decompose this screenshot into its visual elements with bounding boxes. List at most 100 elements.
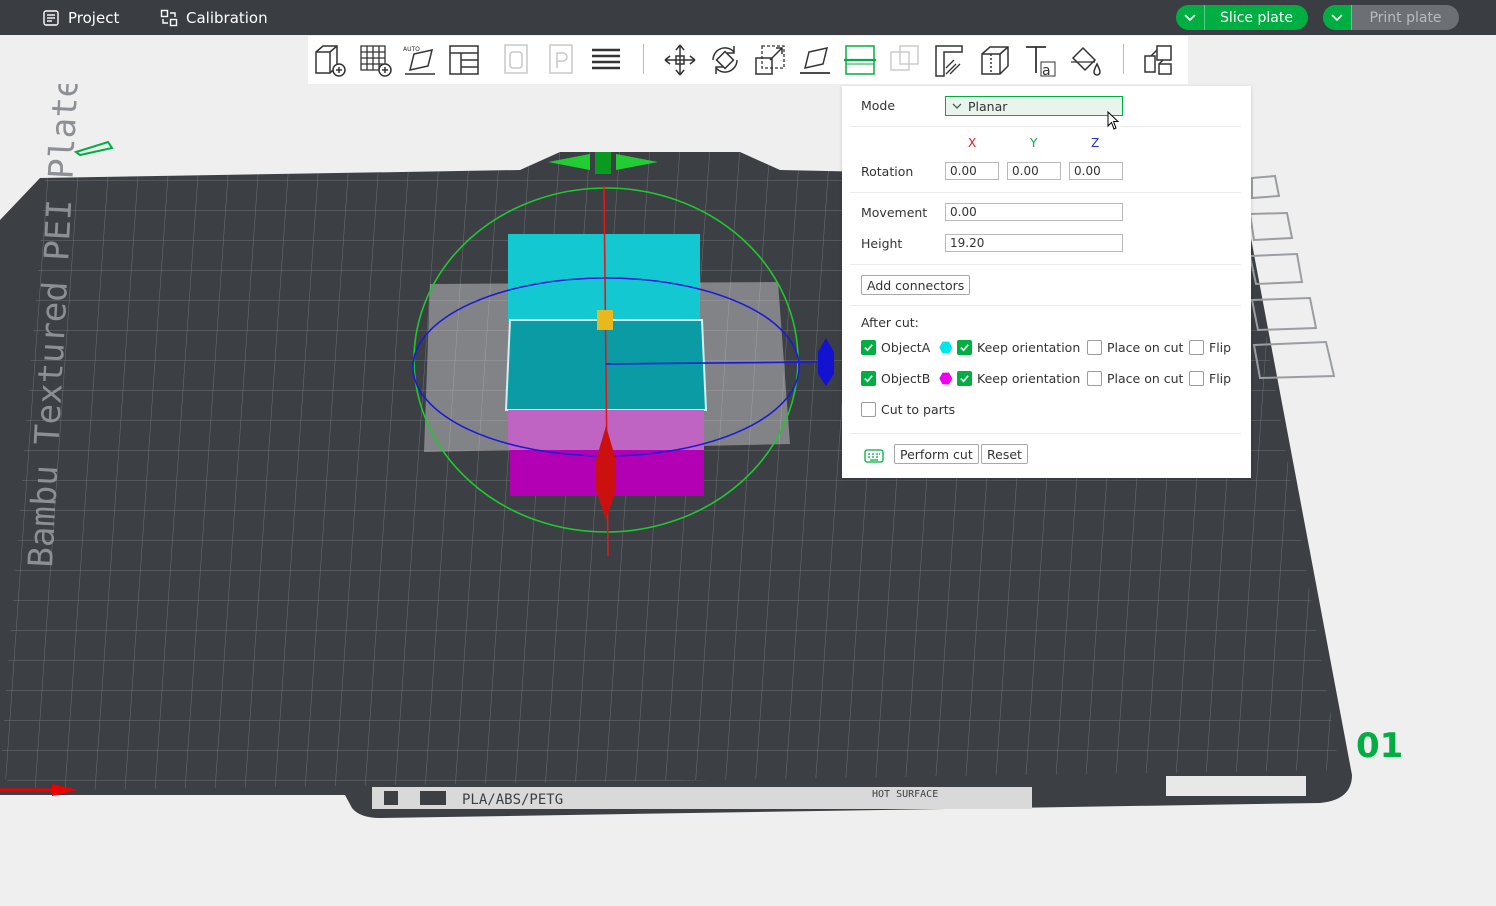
height-input[interactable]: 19.20 [945, 234, 1123, 252]
chevron-down-icon [946, 101, 968, 112]
object-b-label: ObjectB [881, 371, 931, 386]
top-bar: Project Calibration Slice plate Print pl… [0, 0, 1496, 35]
mode-select[interactable]: Planar [945, 96, 1123, 116]
support-painting-button[interactable] [931, 40, 969, 80]
lay-on-face-icon [800, 47, 830, 74]
toolbar-separator [643, 44, 644, 74]
calibration-label: Calibration [186, 8, 268, 27]
lay-on-face-button[interactable] [796, 40, 834, 80]
keep-orientation-label: Keep orientation [977, 340, 1081, 355]
print-plate-button[interactable]: Print plate [1323, 5, 1459, 30]
object-b-row: ObjectB Keep orientation Place on cut Fl… [861, 371, 1241, 391]
cut-icon [844, 45, 876, 75]
plate-tag [1166, 776, 1306, 796]
scale-icon [755, 45, 785, 75]
rotate-button[interactable] [706, 40, 744, 80]
layout-button[interactable] [445, 40, 483, 80]
auto-orient-icon: AUTO [403, 46, 435, 75]
object-a-flip-checkbox[interactable] [1189, 340, 1204, 355]
place-on-cut-label: Place on cut [1107, 371, 1184, 386]
chevron-down-icon[interactable] [1176, 5, 1205, 30]
3d-viewport[interactable]: Bambu Textured PEI Plate PLA/ABS/PETG HO… [0, 84, 1496, 906]
divider [850, 433, 1241, 434]
cut-to-parts-row: Cut to parts [861, 402, 1061, 422]
reset-button[interactable]: Reset [981, 444, 1028, 464]
divider [850, 305, 1241, 306]
object-b-keep-orientation-checkbox[interactable] [957, 371, 972, 386]
divider [850, 126, 1241, 127]
rotation-x-input[interactable]: 0.00 [945, 162, 999, 180]
grid-add-icon [360, 45, 392, 77]
plate-materials: PLA/ABS/PETG [462, 792, 563, 808]
slice-plate-button[interactable]: Slice plate [1176, 5, 1308, 30]
height-label: Height [861, 236, 903, 251]
object-b-place-on-cut-checkbox[interactable] [1087, 371, 1102, 386]
after-cut-label: After cut: [861, 315, 919, 330]
object-a-checkbox[interactable] [861, 340, 876, 355]
object-a-keep-orientation-checkbox[interactable] [957, 340, 972, 355]
arrange-grid-button[interactable] [356, 40, 394, 80]
boolean-button[interactable] [886, 40, 924, 80]
add-connectors-button[interactable]: Add connectors [861, 275, 971, 295]
project-tab[interactable]: Project [42, 0, 119, 35]
plate-logo-icon [384, 791, 398, 805]
copy-plate-button[interactable] [498, 40, 536, 80]
calibration-tab[interactable]: Calibration [160, 0, 268, 35]
paste-icon [549, 44, 573, 74]
color-painting-button[interactable] [1066, 40, 1104, 80]
object-a-label: ObjectA [881, 340, 931, 355]
object-a-place-on-cut-checkbox[interactable] [1087, 340, 1102, 355]
slice-plate-label: Slice plate [1220, 9, 1293, 26]
arrow-icon [1251, 174, 1281, 200]
object-a-color-swatch [939, 341, 953, 354]
toolbar-separator [1123, 44, 1124, 74]
perform-cut-button[interactable]: Perform cut [894, 444, 979, 464]
rotate-icon [712, 46, 738, 74]
scale-button[interactable] [751, 40, 789, 80]
mode-value: Planar [968, 98, 1008, 114]
axis-x-label: X [968, 136, 977, 150]
axis-y-label: Y [1030, 136, 1038, 150]
seam-painting-button[interactable] [976, 40, 1014, 80]
boolean-icon [890, 45, 919, 71]
move-button[interactable] [661, 40, 699, 80]
movement-label: Movement [861, 205, 928, 220]
movement-input[interactable]: 0.00 [945, 203, 1123, 221]
object-a-row: ObjectA Keep orientation Place on cut Fl… [861, 340, 1241, 360]
paste-plate-button[interactable] [543, 40, 581, 80]
layers-icon [592, 48, 620, 70]
cube-add-icon [315, 45, 346, 77]
move-handle[interactable] [595, 152, 611, 174]
layout-icon [449, 45, 479, 75]
chevron-down-icon[interactable] [1323, 5, 1352, 30]
auto-orient-button[interactable]: AUTO [401, 40, 439, 80]
paint-bucket-icon [1071, 46, 1101, 76]
add-object-button[interactable] [310, 40, 348, 80]
rotation-z-input[interactable]: 0.00 [1069, 162, 1123, 180]
cut-to-parts-checkbox[interactable] [861, 402, 876, 417]
keep-orientation-label: Keep orientation [977, 371, 1081, 386]
plate-number: 01 [1356, 726, 1403, 766]
move-icon [664, 44, 696, 76]
axis-z-label: Z [1091, 136, 1100, 150]
text-button[interactable]: a [1021, 40, 1059, 80]
support-icon [935, 45, 963, 77]
rotation-y-input[interactable]: 0.00 [1007, 162, 1061, 180]
cut-panel: Mode Planar X Y Z Rotation 0.00 0.00 0.0… [842, 86, 1251, 478]
cut-center-handle[interactable] [597, 310, 613, 330]
layers-button[interactable] [587, 40, 625, 80]
cut-to-parts-label: Cut to parts [881, 402, 956, 417]
assembly-button[interactable] [1140, 40, 1178, 80]
divider [850, 264, 1241, 265]
object-b-checkbox[interactable] [861, 371, 876, 386]
seam-icon [981, 46, 1009, 75]
keyboard-icon[interactable] [864, 449, 884, 463]
viewport-canvas[interactable]: Bambu Textured PEI Plate PLA/ABS/PETG HO… [0, 84, 1496, 906]
cut-button[interactable] [841, 40, 879, 80]
flip-label: Flip [1209, 371, 1232, 386]
divider [850, 192, 1241, 193]
object-b-flip-checkbox[interactable] [1189, 371, 1204, 386]
project-label: Project [68, 8, 120, 27]
main-toolbar: AUTO a [308, 36, 1188, 84]
assembly-icon [1144, 45, 1172, 75]
